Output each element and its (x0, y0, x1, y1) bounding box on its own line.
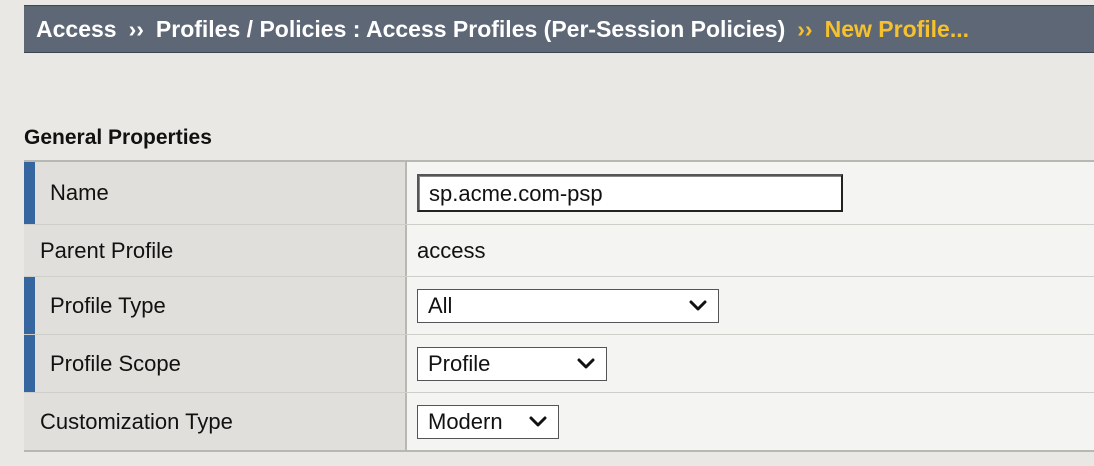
general-properties-table: Name Parent Profile access Profile Type … (24, 160, 1094, 452)
parent-profile-row: Parent Profile access (24, 225, 1094, 277)
customization-type-selected: Modern (428, 408, 503, 434)
breadcrumb-separator: ›› (128, 15, 144, 42)
profile-scope-select[interactable]: Profile (417, 346, 607, 381)
profile-type-select[interactable]: All (417, 288, 719, 323)
name-input[interactable] (417, 174, 843, 212)
profile-type-cell: All (407, 277, 1094, 334)
chevron-down-icon (576, 354, 596, 374)
breadcrumb-item-access-profiles[interactable]: Profiles / Policies : Access Profiles (P… (156, 16, 785, 43)
name-value-cell (407, 162, 1094, 224)
customization-type-select[interactable]: Modern (417, 404, 559, 439)
breadcrumb-item-access[interactable]: Access (36, 16, 117, 43)
customization-type-label: Customization Type (24, 393, 407, 450)
page: Access ›› Profiles / Policies : Access P… (0, 0, 1094, 466)
customization-type-cell: Modern (407, 393, 1094, 450)
profile-type-selected: All (428, 292, 453, 318)
name-label: Name (24, 162, 407, 224)
profile-type-label: Profile Type (24, 277, 407, 334)
profile-type-row: Profile Type All (24, 277, 1094, 335)
parent-profile-label: Parent Profile (24, 225, 407, 276)
name-row: Name (24, 162, 1094, 225)
profile-scope-selected: Profile (428, 350, 491, 376)
breadcrumb: Access ›› Profiles / Policies : Access P… (24, 5, 1094, 53)
parent-profile-value: access (417, 237, 486, 263)
chevron-down-icon (688, 296, 708, 316)
profile-scope-label: Profile Scope (24, 335, 407, 392)
breadcrumb-separator: ›› (797, 15, 813, 42)
profile-scope-row: Profile Scope Profile (24, 335, 1094, 393)
profile-scope-cell: Profile (407, 335, 1094, 392)
breadcrumb-current: New Profile... (824, 15, 970, 42)
section-title: General Properties (24, 126, 212, 149)
chevron-down-icon (528, 412, 548, 432)
customization-type-row: Customization Type Modern (24, 393, 1094, 450)
